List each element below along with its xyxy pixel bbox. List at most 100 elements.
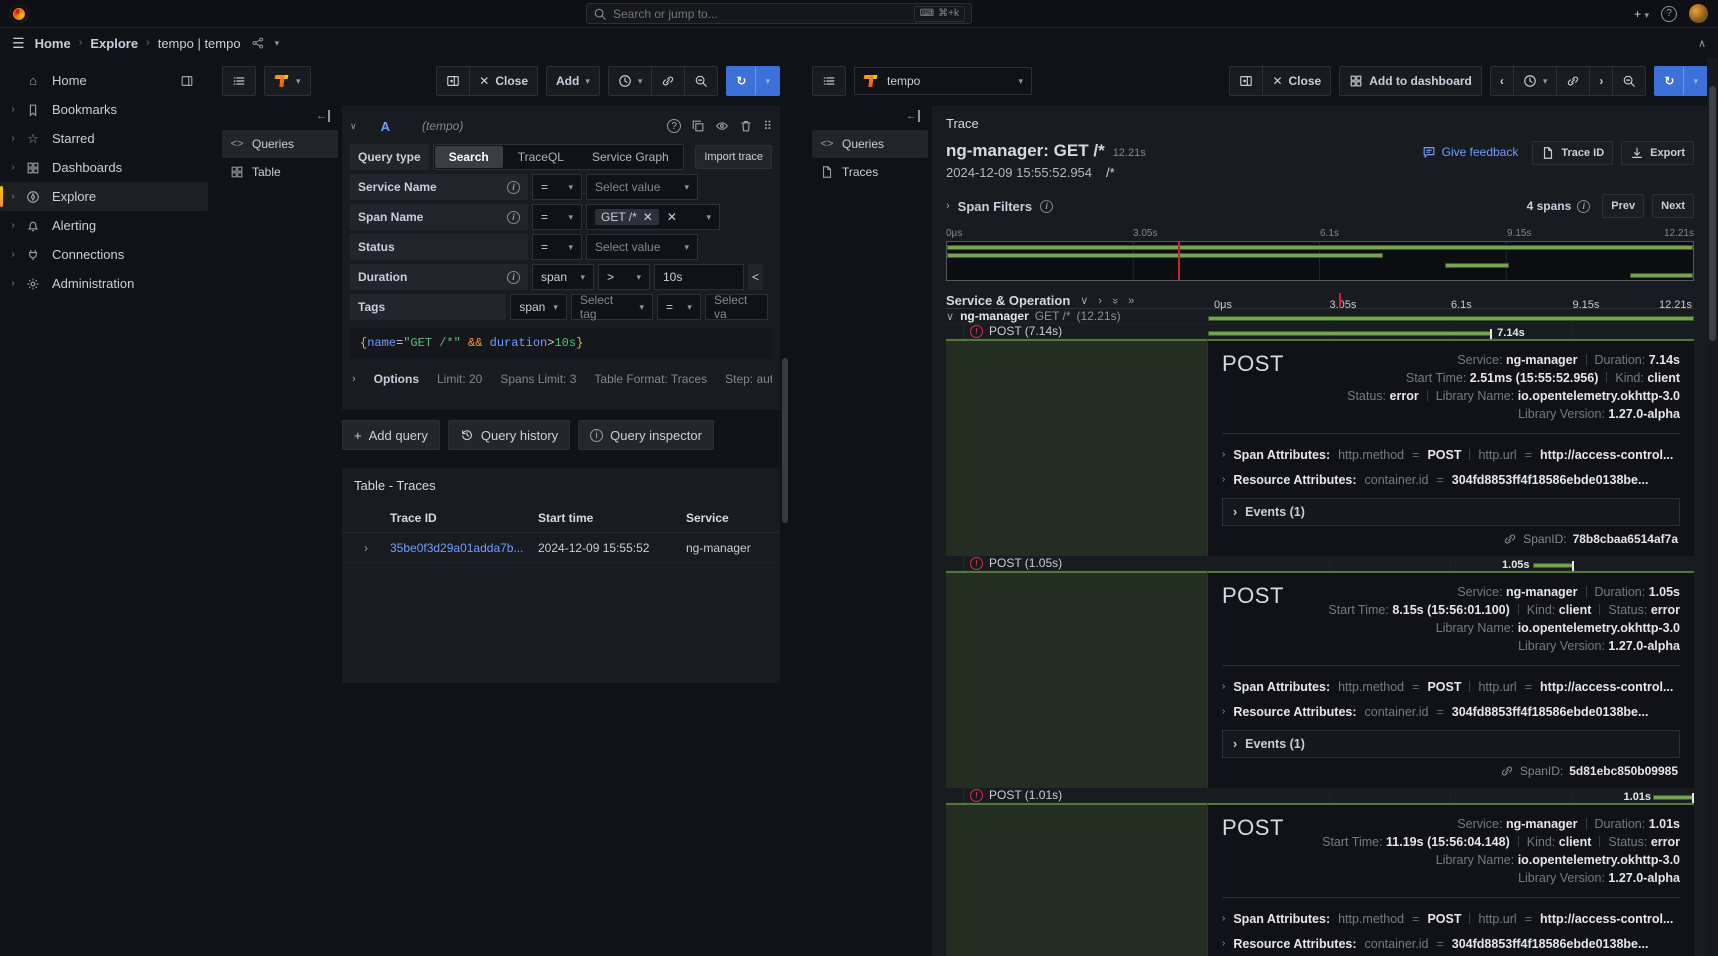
tags-scope[interactable]: span▾: [510, 294, 567, 320]
sidebar-item-explore[interactable]: › Explore: [0, 182, 208, 211]
span-bar[interactable]: [1208, 316, 1694, 321]
span-attributes-toggle[interactable]: ›Span Attributes:http.method=POSThttp.ur…: [1222, 674, 1680, 699]
time-back-button[interactable]: ‹: [1491, 67, 1513, 95]
datasource-picker[interactable]: ▾: [265, 67, 310, 95]
add-button[interactable]: + ▾: [1634, 7, 1649, 21]
tags-operator[interactable]: =▾: [657, 294, 701, 320]
import-trace-button[interactable]: Import trace: [695, 145, 772, 169]
sidebar-item-dashboards[interactable]: › Dashboards: [0, 153, 208, 182]
grafana-logo-icon[interactable]: [10, 5, 28, 23]
collapse-one-icon[interactable]: ∨: [1080, 294, 1088, 307]
sidebar-item-connections[interactable]: › Connections: [0, 240, 208, 269]
clear-icon[interactable]: ✕: [667, 210, 677, 224]
sidebar-item-bookmarks[interactable]: › Bookmarks: [0, 95, 208, 124]
breadcrumb-home[interactable]: Home: [35, 36, 71, 51]
global-search[interactable]: ⌨⌘+k: [586, 3, 972, 24]
expand-one-icon[interactable]: ›: [1098, 295, 1102, 307]
selected-span-gutter[interactable]: [946, 571, 1208, 788]
tab-search[interactable]: Search: [435, 146, 503, 168]
menu-toggle-icon[interactable]: ☰: [12, 35, 25, 52]
zoom-out-button[interactable]: [1612, 67, 1645, 95]
query-options-row[interactable]: › Options Limit: 20 Spans Limit: 3 Table…: [350, 366, 772, 400]
trace-minimap[interactable]: 0μs 3.05s 6.1s 9.15s 12.21s: [946, 228, 1694, 281]
dock-icon[interactable]: [180, 74, 194, 88]
span-name-operator[interactable]: =▾: [532, 204, 582, 230]
copy-link-button[interactable]: [1556, 67, 1589, 95]
collapse-rail-icon[interactable]: ←: [316, 110, 330, 122]
tab-traceql[interactable]: TraceQL: [504, 145, 578, 169]
rail-item-table[interactable]: Table: [222, 158, 338, 186]
tags-value[interactable]: Select va: [705, 294, 768, 320]
share-icon[interactable]: [251, 36, 265, 50]
query-inspector-button[interactable]: iQuery inspector: [578, 420, 714, 450]
table-row[interactable]: › 35be0f3d29a01adda7b... 2024-12-09 15:5…: [342, 533, 780, 563]
scrollbar-thumb[interactable]: [1709, 86, 1716, 341]
time-picker-button[interactable]: ▾: [1513, 67, 1557, 95]
datasource-picker[interactable]: tempo▾: [854, 67, 1032, 95]
span-name-value[interactable]: GET /*✕ ✕ ▾: [586, 204, 720, 230]
query-help-icon[interactable]: ?: [667, 119, 681, 133]
link-icon[interactable]: [1503, 532, 1517, 546]
left-pane-scrollbar[interactable]: [782, 358, 788, 523]
run-query-button[interactable]: ↻: [727, 67, 755, 95]
resource-attributes-toggle[interactable]: ›Resource Attributes:container.id=304fd8…: [1222, 931, 1680, 956]
disable-query-icon[interactable]: [715, 119, 729, 133]
sidebar-item-starred[interactable]: › ☆ Starred: [0, 124, 208, 153]
split-pane-button[interactable]: [437, 67, 469, 95]
search-input[interactable]: [613, 7, 908, 21]
split-pane-button[interactable]: [1230, 67, 1262, 95]
caret-down-icon[interactable]: ▾: [275, 38, 280, 49]
service-name-value[interactable]: Select value▾: [586, 174, 698, 200]
query-history-button[interactable]: Query history: [448, 420, 570, 450]
span-attributes-toggle[interactable]: ›Span Attributes:http.method=POSThttp.ur…: [1222, 906, 1680, 931]
span-bar[interactable]: [1533, 563, 1575, 568]
span-attributes-toggle[interactable]: ›Span Attributes:http.method=POSThttp.ur…: [1222, 442, 1680, 467]
prev-span-button[interactable]: Prev: [1602, 194, 1644, 218]
add-to-dashboard-button[interactable]: Add to dashboard: [1340, 67, 1481, 95]
resource-attributes-toggle[interactable]: ›Resource Attributes:container.id=304fd8…: [1222, 699, 1680, 724]
tags-key[interactable]: Select tag▾: [571, 294, 653, 320]
events-toggle[interactable]: ›Events (1): [1222, 730, 1680, 758]
user-avatar[interactable]: [1689, 4, 1708, 23]
add-dropdown-button[interactable]: Add▾: [547, 67, 599, 95]
span-bar[interactable]: [1208, 331, 1492, 336]
expand-all-icon[interactable]: »: [1128, 295, 1134, 307]
next-span-button[interactable]: Next: [1652, 194, 1694, 218]
duration-operator[interactable]: >▾: [598, 264, 650, 290]
trace-id-link[interactable]: 35be0f3d29a01adda7b...: [390, 541, 538, 555]
collapse-query-icon[interactable]: ∨: [350, 121, 357, 132]
duration-scope[interactable]: span▾: [532, 264, 594, 290]
duration-value-input[interactable]: 10s: [654, 264, 744, 290]
rail-item-traces[interactable]: Traces: [812, 158, 928, 186]
selected-span-gutter[interactable]: [946, 339, 1208, 556]
close-pane-button[interactable]: ✕Close: [469, 67, 537, 95]
add-query-button[interactable]: +Add query: [342, 420, 440, 450]
link-icon[interactable]: [1500, 764, 1514, 778]
remove-query-icon[interactable]: [739, 119, 753, 133]
duration-max-operator[interactable]: <: [748, 264, 763, 290]
run-query-button[interactable]: ↻: [1655, 67, 1683, 95]
service-name-operator[interactable]: =▾: [532, 174, 582, 200]
resource-attributes-toggle[interactable]: ›Resource Attributes:container.id=304fd8…: [1222, 467, 1680, 492]
time-picker-button[interactable]: ▾: [609, 67, 652, 95]
events-toggle[interactable]: ›Events (1): [1222, 498, 1680, 526]
trace-id-button[interactable]: Trace ID: [1532, 141, 1613, 165]
span-row-post-1[interactable]: !POST (7.14s) 7.14s: [946, 324, 1694, 339]
copy-link-button[interactable]: [651, 67, 684, 95]
span-filters-toggle[interactable]: › Span Filters i: [946, 199, 1053, 214]
span-bar[interactable]: [1653, 795, 1694, 800]
status-value[interactable]: Select value▾: [586, 234, 698, 260]
breadcrumb-explore[interactable]: Explore: [90, 36, 138, 51]
help-icon[interactable]: ?: [1661, 6, 1677, 22]
give-feedback-link[interactable]: Give feedback: [1422, 145, 1519, 159]
tab-service-graph[interactable]: Service Graph: [578, 145, 683, 169]
span-row-post-2[interactable]: !POST (1.05s) 1.05s: [946, 556, 1694, 571]
zoom-out-button[interactable]: [684, 67, 717, 95]
row-expand-icon[interactable]: ›: [342, 541, 390, 555]
run-query-caret[interactable]: ▾: [755, 67, 779, 95]
collapse-all-icon[interactable]: »: [1109, 297, 1121, 303]
close-pane-button[interactable]: ✕Close: [1262, 67, 1330, 95]
query-rows-button[interactable]: [813, 67, 845, 95]
duplicate-query-icon[interactable]: [691, 119, 705, 133]
sidebar-item-home[interactable]: ⌂ Home: [0, 66, 208, 95]
